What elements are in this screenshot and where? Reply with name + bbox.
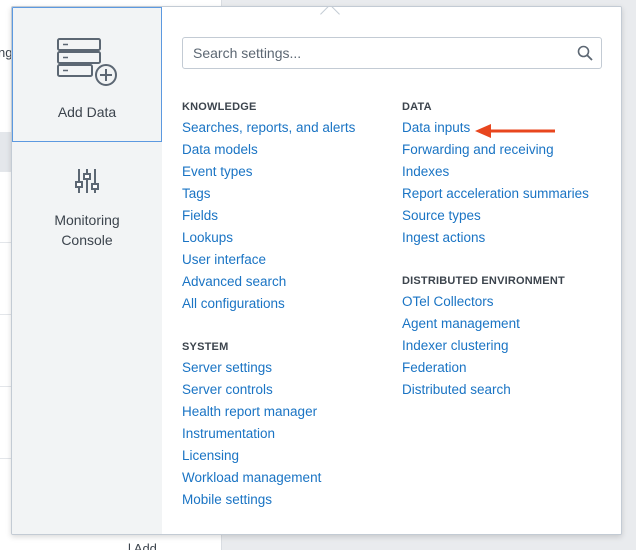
link-source-types[interactable]: Source types [402, 205, 589, 227]
section-title: SYSTEM [182, 341, 229, 353]
sliders-icon [75, 167, 99, 200]
system-section: SYSTEM Server settings Server controls H… [182, 337, 321, 511]
link-licensing[interactable]: Licensing [182, 445, 321, 467]
link-otel-collectors[interactable]: OTel Collectors [402, 291, 565, 313]
link-distributed-search[interactable]: Distributed search [402, 379, 565, 401]
section-title: KNOWLEDGE [182, 101, 257, 113]
link-event-types[interactable]: Event types [182, 161, 355, 183]
link-federation[interactable]: Federation [402, 357, 565, 379]
link-indexes[interactable]: Indexes [402, 161, 589, 183]
link-mobile-settings[interactable]: Mobile settings [182, 489, 321, 511]
apps-column: Add Data Monitoring Console [12, 7, 162, 534]
settings-area: KNOWLEDGE Searches, reports, and alerts … [162, 7, 621, 534]
link-health-report-manager[interactable]: Health report manager [182, 401, 321, 423]
link-fields[interactable]: Fields [182, 205, 355, 227]
link-user-interface[interactable]: User interface [182, 249, 355, 271]
monitoring-console-label: Monitoring Console [54, 212, 120, 248]
knowledge-section: KNOWLEDGE Searches, reports, and alerts … [182, 97, 355, 315]
add-data-label: Add Data [57, 104, 117, 120]
link-agent-management[interactable]: Agent management [402, 313, 565, 335]
link-workload-management[interactable]: Workload management [182, 467, 321, 489]
link-forwarding-receiving[interactable]: Forwarding and receiving [402, 139, 589, 161]
link-tags[interactable]: Tags [182, 183, 355, 205]
link-instrumentation[interactable]: Instrumentation [182, 423, 321, 445]
link-server-settings[interactable]: Server settings [182, 357, 321, 379]
link-report-acceleration-summaries[interactable]: Report acceleration summaries [402, 183, 589, 205]
section-title: DISTRIBUTED ENVIRONMENT [402, 275, 565, 287]
link-lookups[interactable]: Lookups [182, 227, 355, 249]
link-all-configurations[interactable]: All configurations [182, 293, 355, 315]
link-ingest-actions[interactable]: Ingest actions [402, 227, 589, 249]
background-text-fragment: l Add [128, 541, 157, 550]
link-searches-reports-alerts[interactable]: Searches, reports, and alerts [182, 117, 355, 139]
data-section: DATA Data inputs Forwarding and receivin… [402, 97, 589, 249]
link-server-controls[interactable]: Server controls [182, 379, 321, 401]
monitoring-console-button[interactable]: Monitoring Console [12, 157, 162, 267]
distributed-environment-section: DISTRIBUTED ENVIRONMENT OTel Collectors … [402, 271, 565, 401]
settings-dropdown: Add Data Monitoring Console Search setti… [11, 6, 622, 535]
link-data-models[interactable]: Data models [182, 139, 355, 161]
search-icon[interactable] [577, 45, 593, 61]
search-input[interactable] [183, 39, 563, 67]
add-data-button[interactable]: Add Data [12, 7, 162, 142]
section-title: DATA [402, 101, 432, 113]
server-add-icon [56, 37, 118, 92]
annotation-arrow-icon [475, 124, 555, 138]
link-indexer-clustering[interactable]: Indexer clustering [402, 335, 565, 357]
link-advanced-search[interactable]: Advanced search [182, 271, 355, 293]
search-box [182, 37, 602, 69]
